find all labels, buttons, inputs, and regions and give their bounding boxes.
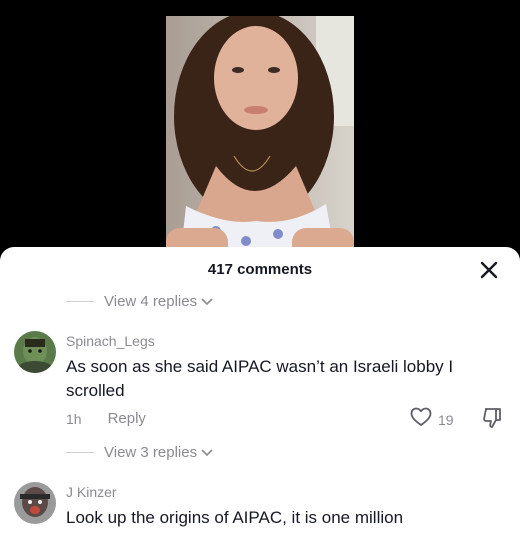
view-replies-toggle[interactable]: View 3 replies	[66, 444, 213, 461]
view-replies-label: View 3 replies	[104, 444, 198, 461]
divider-line	[66, 301, 94, 302]
reply-button[interactable]: Reply	[108, 410, 146, 427]
comment-text: Look up the origins of AIPAC, it is one …	[66, 508, 404, 527]
avatar[interactable]	[14, 482, 56, 524]
comments-sheet: 417 comments View 4 replies Spinach_Legs…	[0, 247, 520, 537]
view-replies-label: View 4 replies	[104, 293, 198, 310]
dislike-icon	[482, 408, 502, 433]
comments-count-title: 417 comments	[207, 261, 313, 278]
comment-username[interactable]: Spinach_Legs	[66, 333, 155, 349]
divider-line	[66, 452, 94, 453]
chevron-down-icon	[201, 449, 213, 457]
dislike-button[interactable]	[482, 407, 502, 434]
avatar[interactable]	[14, 331, 56, 373]
video-thumbnail[interactable]	[166, 16, 354, 260]
close-icon	[480, 261, 498, 284]
view-replies-toggle[interactable]: View 4 replies	[66, 293, 213, 310]
comment-username[interactable]: J Kinzer	[66, 484, 117, 500]
comment-meta: 1h Reply	[66, 410, 146, 427]
close-button[interactable]	[476, 259, 502, 285]
comment-timestamp: 1h	[66, 410, 82, 427]
like-button[interactable]: 19	[410, 407, 454, 432]
comment-text: As soon as she said AIPAC wasn’t an Isra…	[66, 357, 454, 400]
heart-icon	[410, 407, 432, 432]
chevron-down-icon	[201, 298, 213, 306]
video-area	[0, 0, 520, 260]
like-count: 19	[438, 411, 454, 428]
